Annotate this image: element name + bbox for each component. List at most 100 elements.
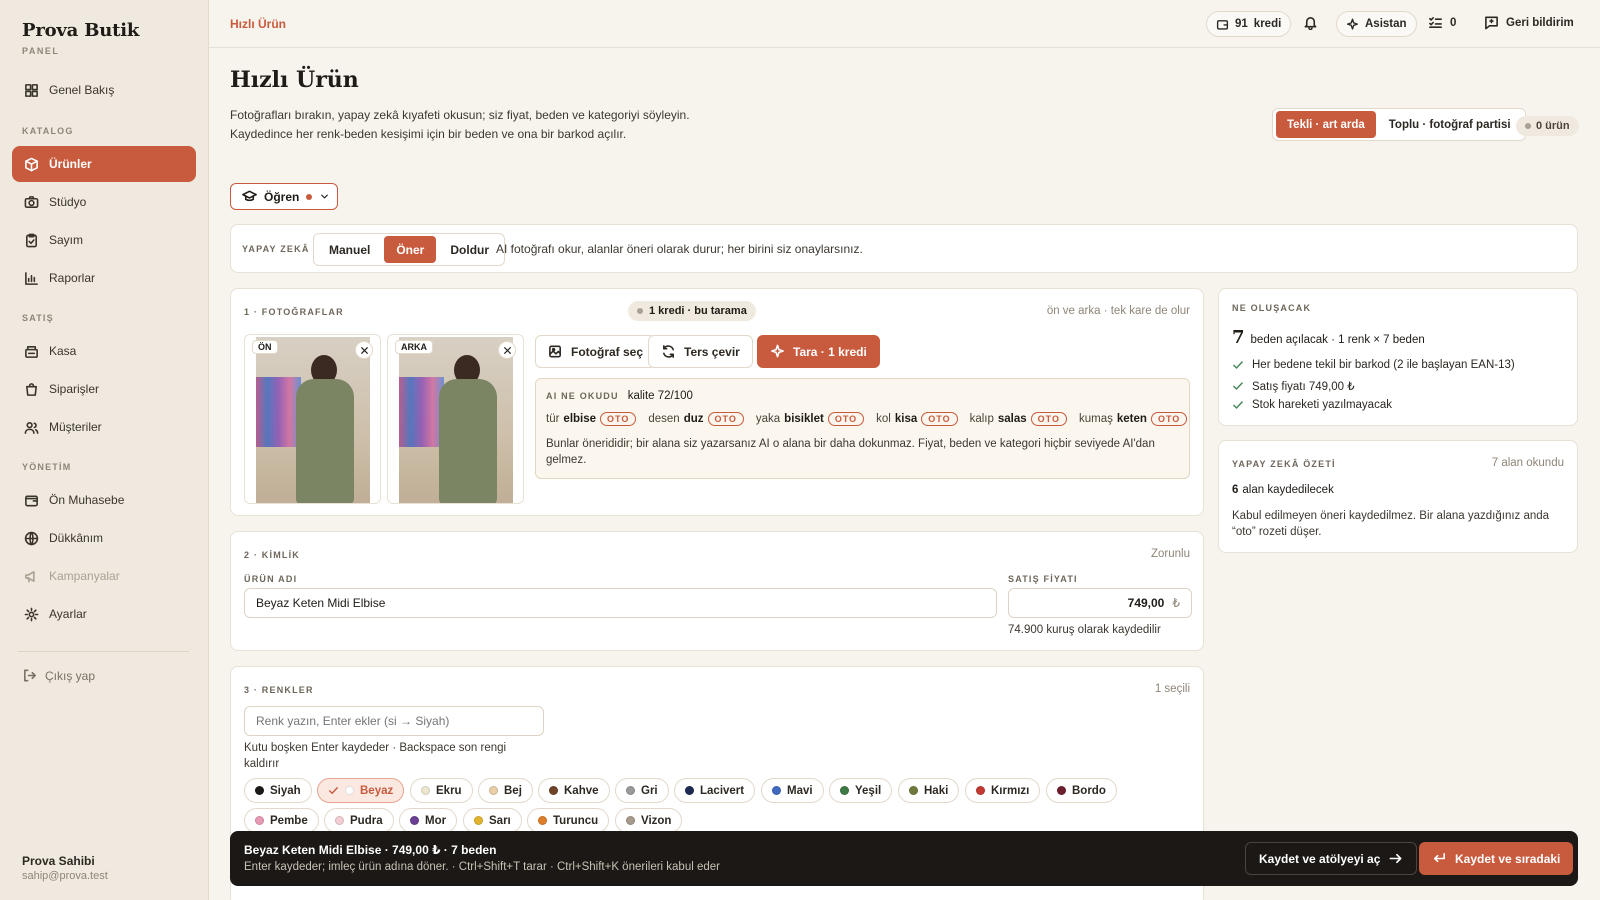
photos-title: 1 · FOTOĞRAFLAR: [244, 307, 344, 317]
arrow-right-icon: [1389, 853, 1402, 864]
sidebar-item-label: Stüdyo: [49, 195, 87, 209]
color-chip-label: Gri: [641, 784, 658, 797]
ai-attribute-3[interactable]: kol kisa OTO: [876, 412, 958, 426]
mode-single-button[interactable]: Tekli · art arda: [1276, 111, 1376, 138]
mode-bulk-button[interactable]: Toplu · fotoğraf partisi: [1378, 111, 1522, 138]
color-chip-7[interactable]: Mavi: [761, 778, 824, 803]
sidebar-item-label: Ürünler: [49, 157, 92, 171]
color-chip-label: Pembe: [270, 814, 308, 827]
nav-section-sales: SATIŞ: [22, 313, 54, 323]
feedback-button[interactable]: Geri bildirim: [1484, 15, 1574, 30]
sidebar-item-orders[interactable]: Siparişler: [12, 371, 196, 407]
save-bar-hint: Enter kaydeder; imleç ürün adına döner. …: [244, 861, 720, 873]
bell-icon: [1304, 17, 1317, 30]
learn-dropdown-button[interactable]: Öğren: [230, 183, 338, 210]
sidebar-item-reports[interactable]: Raporlar: [12, 260, 196, 296]
color-chip-label: Kahve: [564, 784, 599, 797]
flip-photos-button[interactable]: Ters çevir: [648, 335, 753, 368]
ai-mode-description: AI fotoğrafı okur, alanlar öneri olarak …: [496, 242, 863, 256]
color-chip-label: Ekru: [436, 784, 462, 797]
color-chip-2[interactable]: Ekru: [410, 778, 473, 803]
ai-attribute-value: elbise: [563, 413, 597, 425]
color-chip-12[interactable]: Pembe: [244, 808, 319, 833]
save-and-open-workshop-button[interactable]: Kaydet ve atölyeyi aç: [1245, 842, 1418, 875]
color-chip-14[interactable]: Mor: [399, 808, 458, 833]
front-photo-tile[interactable]: ÖN: [244, 334, 381, 504]
sidebar-item-label: Dükkânım: [49, 531, 104, 545]
scan-button[interactable]: Tara · 1 kredi: [757, 335, 880, 368]
save-and-next-button[interactable]: Kaydet ve sıradaki: [1419, 842, 1574, 875]
check-icon: [1233, 382, 1243, 390]
remove-front-photo-button[interactable]: [355, 341, 373, 359]
oto-badge: OTO: [921, 412, 958, 426]
notifications-button[interactable]: [1303, 15, 1318, 30]
color-input[interactable]: [244, 706, 544, 736]
sidebar-item-studio[interactable]: Stüdyo: [12, 184, 196, 220]
ai-attribute-value: kisa: [894, 413, 918, 425]
back-photo: [399, 337, 513, 503]
product-name-input[interactable]: Beyaz Keten Midi Elbise: [244, 588, 997, 618]
logout-button[interactable]: Çıkış yap: [22, 668, 95, 683]
ai-mode-manual[interactable]: Manuel: [317, 236, 382, 263]
color-chip-1[interactable]: Beyaz: [317, 778, 405, 803]
oto-badge: OTO: [1030, 412, 1068, 426]
color-chip-17[interactable]: Vizon: [615, 808, 683, 833]
ai-attribute-0[interactable]: tür elbise OTO: [546, 412, 637, 426]
close-icon: [360, 346, 368, 354]
ai-read-header: AI NE OKUDU kalite 72/100: [546, 390, 693, 402]
sidebar-item-overview[interactable]: Genel Bakış: [12, 72, 196, 108]
summary-check-text: Her bedene tekil bir barkod (2 ile başla…: [1252, 359, 1515, 371]
ai-attribute-4[interactable]: kalıp salas OTO: [970, 412, 1068, 426]
color-chip-label: Bej: [504, 784, 522, 797]
brand-subtitle: PANEL: [22, 46, 60, 56]
ai-mode-fill[interactable]: Doldur: [438, 236, 501, 263]
feedback-label: Geri bildirim: [1506, 16, 1574, 29]
choose-photo-button[interactable]: Fotoğraf seç: [535, 335, 657, 368]
user-name: Prova Sahibi: [22, 854, 95, 868]
color-chip-5[interactable]: Gri: [615, 778, 669, 803]
sidebar-item-products[interactable]: Ürünler: [12, 146, 196, 182]
color-chip-3[interactable]: Bej: [478, 778, 533, 803]
lead-line-2: Kaydedince her renk-beden kesişimi için …: [230, 127, 627, 141]
photo-backdrop: [399, 377, 444, 447]
assistant-button[interactable]: Asistan: [1336, 11, 1417, 37]
sparkle-icon: [771, 344, 784, 358]
tasks-button[interactable]: 0: [1428, 15, 1456, 30]
color-chip-13[interactable]: Pudra: [324, 808, 394, 833]
sidebar-item-count[interactable]: Sayım: [12, 222, 196, 258]
summary-headline: 7 beden açılacak · 1 renk × 7 beden: [1232, 327, 1425, 348]
color-chip-10[interactable]: Kırmızı: [965, 778, 1041, 803]
color-swatch: [626, 816, 635, 825]
globe-icon: [24, 531, 39, 545]
credits-pill[interactable]: 91 kredi: [1206, 11, 1292, 37]
color-chip-6[interactable]: Lacivert: [674, 778, 756, 803]
assistant-label: Asistan: [1365, 18, 1407, 30]
sidebar-item-shop[interactable]: Dükkânım: [12, 520, 196, 556]
ai-attribute-1[interactable]: desen duz OTO: [648, 412, 744, 426]
ai-attribute-5[interactable]: kumaş keten OTO: [1079, 412, 1188, 426]
ai-attribute-2[interactable]: yaka bisiklet OTO: [756, 412, 865, 426]
sidebar-item-campaigns[interactable]: Kampanyalar: [12, 558, 196, 594]
ai-mode-suggest[interactable]: Öner: [384, 236, 437, 263]
sidebar-item-register[interactable]: Kasa: [12, 333, 196, 369]
color-chip-11[interactable]: Bordo: [1046, 778, 1117, 803]
color-chip-15[interactable]: Sarı: [463, 808, 522, 833]
remove-back-photo-button[interactable]: [498, 341, 516, 359]
color-chip-16[interactable]: Turuncu: [527, 808, 610, 833]
price-input[interactable]: 749,00 ₺: [1008, 588, 1192, 618]
color-chip-9[interactable]: Haki: [898, 778, 960, 803]
color-chip-4[interactable]: Kahve: [538, 778, 610, 803]
product-name-label: ÜRÜN ADI: [244, 574, 298, 584]
checklist-icon: [1429, 17, 1442, 28]
sidebar-item-settings[interactable]: Ayarlar: [12, 596, 196, 632]
summary-title: NE OLUŞACAK: [1232, 303, 1312, 313]
color-swatch: [909, 786, 918, 795]
color-chip-label: Vizon: [641, 814, 672, 827]
back-photo-tile[interactable]: ARKA: [387, 334, 524, 504]
ai-attribute-value: bisiklet: [784, 413, 824, 425]
color-chip-8[interactable]: Yeşil: [829, 778, 893, 803]
breadcrumb[interactable]: Hızlı Ürün: [230, 17, 286, 31]
color-chip-0[interactable]: Siyah: [244, 778, 312, 803]
sidebar-item-customers[interactable]: Müşteriler: [12, 409, 196, 445]
sidebar-item-accounting[interactable]: Ön Muhasebe: [12, 482, 196, 518]
